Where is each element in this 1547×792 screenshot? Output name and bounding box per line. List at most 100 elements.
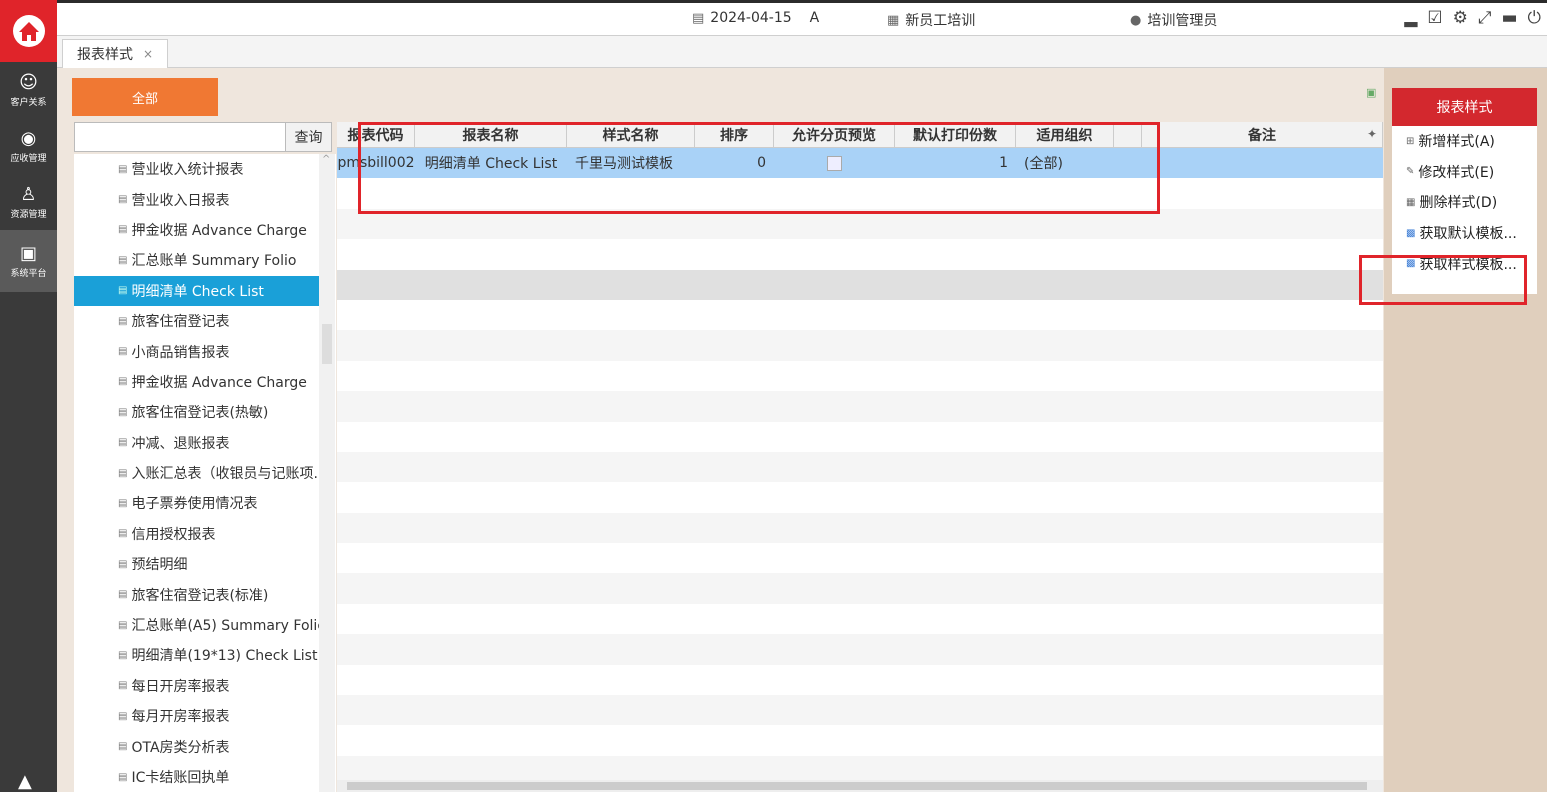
rail-item-resource[interactable]: ♙ 资源管理	[0, 174, 57, 230]
tree-item[interactable]: ▤ 明细清单(19*13) Check List	[74, 640, 336, 670]
cell-paging	[774, 155, 895, 171]
content-area: 全部 查询 ▤ 营业收入统计报表 ▤ 营业收入日报表 ▤ 押金收据 Advance Cha…	[57, 68, 1547, 792]
empty-row	[337, 573, 1383, 604]
close-icon[interactable]: ×	[143, 47, 153, 61]
tree-item-label: OTA房类分析表	[131, 739, 230, 756]
tree-item-label: 预结明细	[131, 557, 188, 574]
minimize-icon[interactable]: ▬	[1501, 8, 1517, 28]
tree-item[interactable]: ▤ 押金收据 Advance Charge	[74, 215, 336, 245]
tree-item[interactable]: ▤ 营业收入统计报表	[74, 154, 336, 184]
home-button[interactable]	[0, 0, 57, 62]
empty-row	[337, 725, 1383, 755]
empty-row	[337, 695, 1383, 726]
add-style-button[interactable]: ⊞ 新增样式(A)	[1392, 126, 1537, 157]
hotel-display[interactable]: ▦ 新员工培训	[887, 10, 975, 30]
delete-style-button[interactable]: ▦ 删除样式(D)	[1392, 187, 1537, 218]
tree-item-label: 电子票券使用情况表	[131, 496, 258, 513]
rail-item-system[interactable]: ▣ 系统平台	[0, 230, 57, 292]
tree-item[interactable]: ▤ 旅客住宿登记表(热敏)	[74, 397, 336, 427]
tree-item-label: 旅客住宿登记表	[131, 314, 230, 331]
people-icon: ☺	[19, 71, 38, 93]
col-remark[interactable]: 备注	[1142, 122, 1383, 147]
tree-item[interactable]: ▤ 汇总账单(A5) Summary Folic	[74, 610, 336, 640]
collapse-icon[interactable]: ▲	[18, 771, 32, 792]
cell-code: pmsbill002	[337, 155, 415, 172]
column-chooser-icon[interactable]: ✦	[1367, 127, 1377, 141]
tree-item[interactable]: ▤ OTA房类分析表	[74, 731, 336, 761]
tree-item[interactable]: ▤ 信用授权报表	[74, 519, 336, 549]
grid-header: 报表代码 报表名称 样式名称 排序 允许分页预览 默认打印份数 适用组织 备注	[337, 122, 1383, 148]
tree-item[interactable]: ▤ 每日开房率报表	[74, 671, 336, 701]
col-blank[interactable]	[1114, 122, 1142, 147]
tree-item-label: 小商品销售报表	[131, 344, 230, 361]
search-input[interactable]	[74, 122, 286, 152]
empty-row	[337, 208, 1383, 240]
col-copies[interactable]: 默认打印份数	[895, 122, 1016, 147]
tree-item[interactable]: ▤ 押金收据 Advance Charge	[74, 367, 336, 397]
report-file-icon: ▤	[118, 346, 128, 358]
col-paging[interactable]: 允许分页预览	[774, 122, 895, 147]
tree-item-label: 旅客住宿登记表(热敏)	[131, 405, 269, 422]
lock-icon[interactable]: ☑	[1427, 8, 1442, 28]
col-style[interactable]: 样式名称	[567, 122, 695, 147]
tree-item[interactable]: ▤ 小商品销售报表	[74, 336, 336, 366]
tree-item[interactable]: ▤ 入账汇总表（收银员与记账项.	[74, 458, 336, 488]
plus-box-icon: ⊞	[1406, 135, 1415, 147]
tree-item[interactable]: ▤ IC卡结账回执单	[74, 762, 336, 792]
date-display[interactable]: ▤ 2024-04-15 A	[692, 10, 819, 26]
col-code[interactable]: 报表代码	[337, 122, 415, 147]
col-org[interactable]: 适用组织	[1016, 122, 1114, 147]
export-icon[interactable]: ▣	[1366, 86, 1376, 99]
tree-item[interactable]: ▤ 明细清单 Check List	[74, 275, 321, 306]
action-list: ⊞ 新增样式(A) ✎ 修改样式(E) ▦ 删除样式(D) ▩ 获取默认模板... ▩ 获…	[1392, 126, 1537, 294]
report-file-icon: ▤	[118, 194, 128, 206]
tree-scrollbar[interactable]: ^	[319, 154, 335, 792]
report-file-icon: ▤	[118, 163, 128, 175]
gear-icon[interactable]: ⚙	[1453, 8, 1468, 28]
col-order[interactable]: 排序	[695, 122, 774, 147]
all-button[interactable]: 全部	[72, 78, 218, 116]
tree-item[interactable]: ▤ 每月开房率报表	[74, 701, 336, 731]
tree-item[interactable]: ▤ 汇总账单 Summary Folio	[74, 245, 336, 275]
empty-row	[337, 634, 1383, 665]
user-display[interactable]: ● 培训管理员	[1130, 10, 1217, 30]
tree-item-label: 每月开房率报表	[131, 709, 230, 726]
rail-item-customer[interactable]: ☺ 客户关系	[0, 62, 57, 118]
tree-item[interactable]: ▤ 冲减、退账报表	[74, 428, 336, 458]
tree-item[interactable]: ▤ 预结明细	[74, 549, 336, 579]
empty-row	[337, 604, 1383, 634]
edit-style-button[interactable]: ✎ 修改样式(E)	[1392, 157, 1537, 188]
tree-item-label: 明细清单 Check List	[131, 283, 264, 300]
hscroll-thumb[interactable]	[347, 782, 1367, 790]
paging-checkbox[interactable]	[827, 155, 842, 171]
tree-item[interactable]: ▤ 旅客住宿登记表	[74, 306, 336, 336]
tree-item[interactable]: ▤ 旅客住宿登记表(标准)	[74, 579, 336, 609]
scroll-thumb[interactable]	[322, 324, 332, 364]
edit-icon: ✎	[1406, 166, 1415, 178]
cell-style: 千里马测试模板	[575, 156, 673, 173]
power-icon[interactable]: ⏻	[1528, 8, 1541, 28]
rail-item-receivable[interactable]: ◉ 应收管理	[0, 118, 57, 174]
tree-item-label: 押金收据 Advance Charge	[131, 222, 307, 239]
empty-row	[337, 269, 1383, 300]
tree-item-label: IC卡结账回执单	[131, 770, 230, 786]
tab-report-style[interactable]: 报表样式 ×	[62, 39, 169, 68]
tree-item[interactable]: ▤ 营业收入日报表	[74, 184, 336, 214]
report-file-icon: ▤	[118, 619, 128, 631]
tree-item[interactable]: ▤ 电子票券使用情况表	[74, 488, 336, 518]
scroll-up-icon[interactable]: ^	[322, 154, 330, 165]
expand-icon[interactable]: ⤢	[1478, 8, 1492, 28]
tree-item-label: 入账汇总表（收银员与记账项.	[131, 466, 318, 483]
get-style-template-button[interactable]: ▩ 获取样式模板...	[1392, 248, 1537, 279]
table-row[interactable]: pmsbill002 明细清单 Check List 千里马测试模板 0 1 (…	[337, 148, 1383, 179]
get-default-template-button[interactable]: ▩ 获取默认模板...	[1392, 218, 1537, 249]
search-button[interactable]: 查询	[286, 122, 332, 152]
cell-org: (全部)	[1024, 156, 1063, 173]
grid-hscrollbar[interactable]	[337, 780, 1383, 792]
empty-row	[337, 422, 1383, 452]
col-name[interactable]: 报表名称	[415, 122, 567, 147]
report-file-icon: ▤	[118, 315, 128, 327]
left-rail: ☺ 客户关系 ◉ 应收管理 ♙ 资源管理 ▣ 系统平台 ▲	[0, 0, 57, 792]
tree-item-label: 信用授权报表	[131, 526, 216, 543]
tree-item-label: 汇总账单(A5) Summary Folic	[131, 618, 326, 635]
